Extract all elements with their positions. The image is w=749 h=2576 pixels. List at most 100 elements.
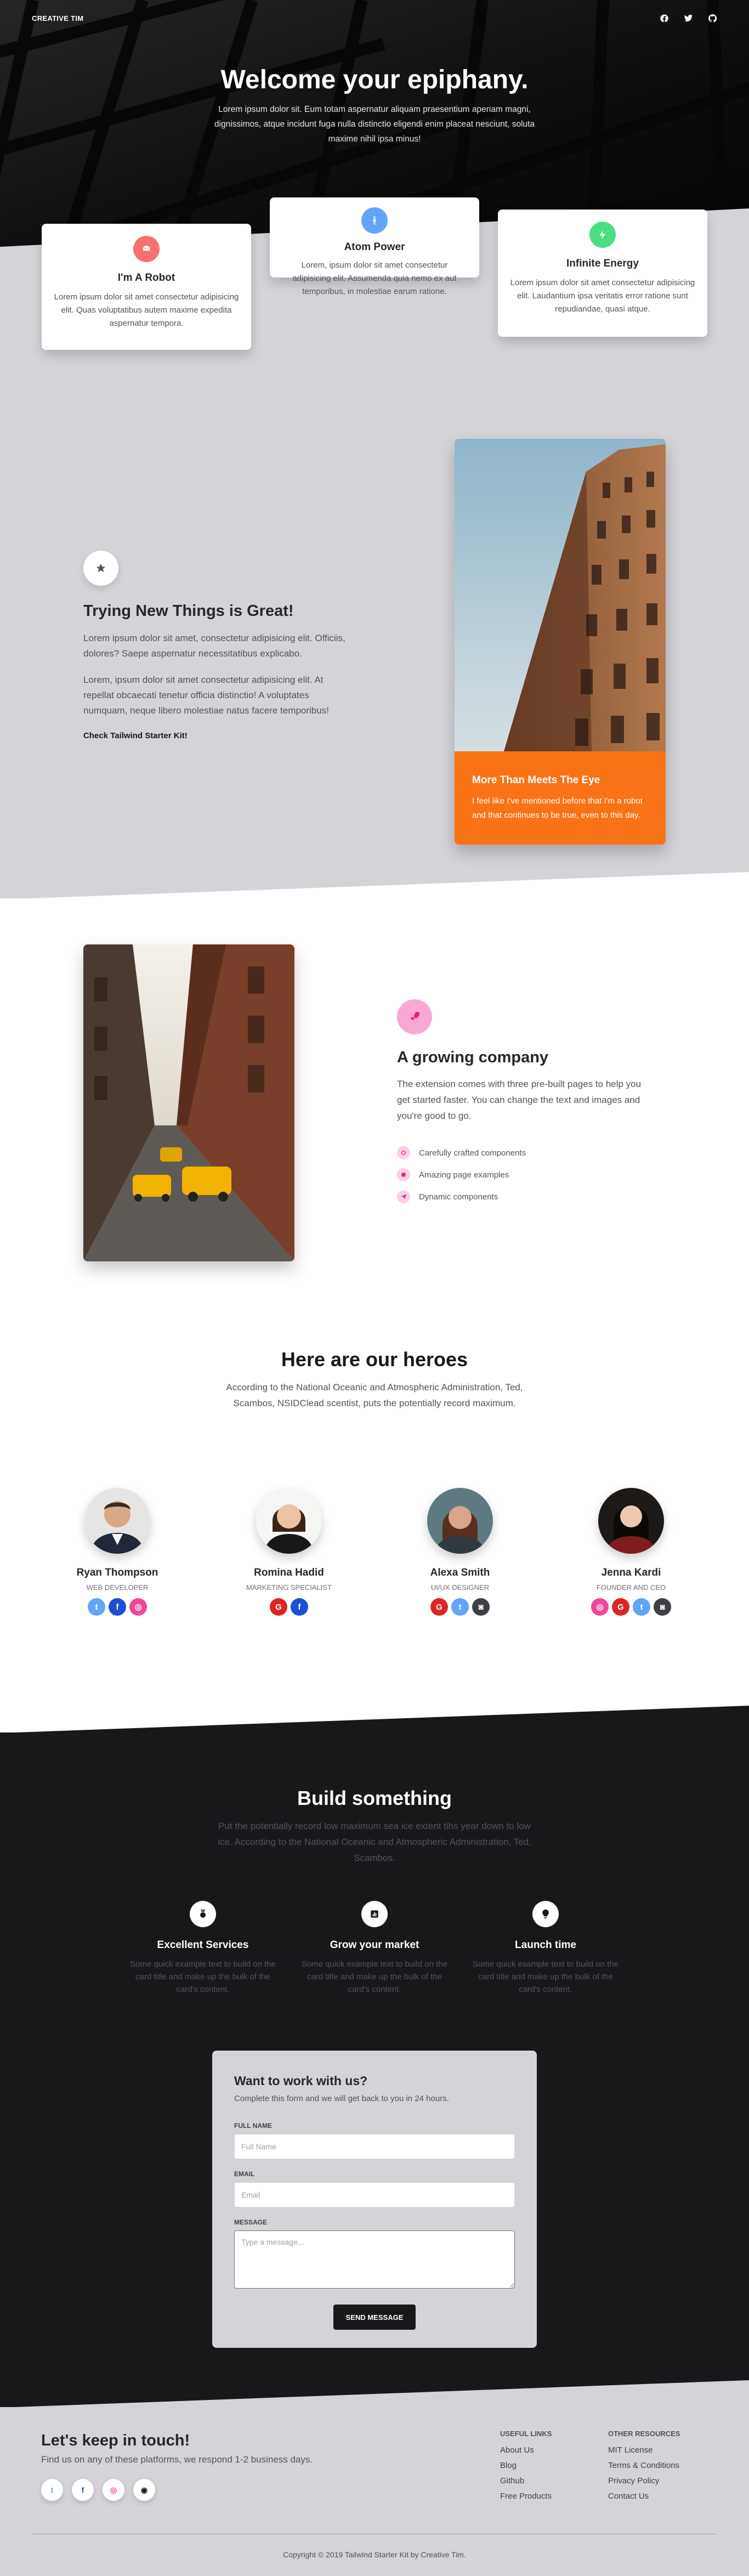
message-label: MESSAGE: [234, 2218, 268, 2226]
top-navbar: CREATIVE TIM: [0, 0, 749, 36]
google-icon[interactable]: G: [430, 1598, 448, 1616]
feature-text: Some quick example text to build on the …: [302, 1960, 447, 1994]
team-subtitle: According to the National Oceanic and At…: [226, 1382, 523, 1408]
footer-link-about-us[interactable]: About Us: [500, 2445, 552, 2455]
facebook-icon[interactable]: f: [109, 1598, 126, 1616]
twitter-icon[interactable]: t: [41, 2479, 63, 2501]
nav-social-icons: [659, 13, 717, 23]
section-title: A growing company: [397, 1049, 549, 1066]
feature-title: Launch time: [515, 1939, 576, 1951]
html5-icon: [397, 1168, 410, 1181]
medal-icon: [190, 1901, 216, 1927]
section-paragraph: Lorem, ipsum dolor sit amet consectetur …: [83, 675, 329, 716]
footer-subtitle: Find us on any of these platforms, we re…: [41, 2454, 313, 2465]
footer-link-free-products[interactable]: Free Products: [500, 2492, 552, 2501]
build-feature: Grow your market Some quick example text…: [298, 1901, 451, 1996]
avatar: [256, 1488, 322, 1554]
twitter-icon[interactable]: t: [451, 1598, 469, 1616]
photo-card: More Than Meets The Eye I feel like I've…: [455, 439, 666, 845]
feature-card-robot: I'm A Robot Lorem ipsum dolor sit amet c…: [42, 224, 251, 350]
member-role: FOUNDER AND CEO: [596, 1583, 666, 1592]
copyright: Copyright © 2019 Tailwind Starter Kit by…: [283, 2550, 466, 2559]
team-member: Romina Hadid MARKETING SPECIALIST G f: [223, 1488, 355, 1616]
footer-link-mit-license[interactable]: MIT License: [608, 2445, 680, 2455]
list-item-label: Carefully crafted components: [419, 1148, 526, 1158]
build-feature: Launch time Some quick example text to b…: [469, 1901, 622, 1996]
email-input[interactable]: [234, 2182, 515, 2207]
footer-link-github[interactable]: Github: [500, 2476, 552, 2486]
avatar: [598, 1488, 664, 1554]
member-socials: G t ◙: [394, 1598, 526, 1616]
starter-kit-link[interactable]: Check Tailwind Starter Kit!: [83, 731, 188, 740]
github-icon[interactable]: ◉: [133, 2479, 155, 2501]
facebook-icon[interactable]: f: [72, 2479, 94, 2501]
form-title: Want to work with us?: [234, 2074, 368, 2088]
column-title: USEFUL LINKS: [500, 2430, 552, 2438]
team-title: Here are our heroes: [281, 1348, 468, 1371]
footer-socials: t f ◎ ◉: [41, 2479, 155, 2501]
twitter-icon[interactable]: [683, 13, 693, 23]
contact-form: Want to work with us? Complete this form…: [212, 2051, 537, 2348]
footer-link-privacy[interactable]: Privacy Policy: [608, 2476, 680, 2486]
feature-card-atom: Atom Power Lorem, ipsum dolor sit amet c…: [270, 197, 479, 296]
footer-link-contact[interactable]: Contact Us: [608, 2492, 680, 2501]
card-text: Lorem ipsum dolor sit amet consectetur a…: [54, 292, 239, 328]
brand-logo[interactable]: CREATIVE TIM: [32, 14, 83, 22]
card-title: I'm A Robot: [117, 272, 175, 284]
page: CREATIVE TIM Welcome your epiphany. Lore…: [0, 0, 749, 2576]
photo-card-title: More Than Meets The Eye: [472, 774, 600, 786]
member-socials: G f: [223, 1598, 355, 1616]
feature-text: Some quick example text to build on the …: [473, 1960, 619, 1994]
fingerprint-icon: [397, 1146, 410, 1159]
send-message-button[interactable]: SEND MESSAGE: [333, 2305, 416, 2330]
form-subtitle: Complete this form and we will get back …: [234, 2094, 449, 2103]
instagram-icon[interactable]: ◙: [654, 1598, 671, 1616]
other-resources-column: OTHER RESOURCES MIT License Terms & Cond…: [608, 2430, 680, 2507]
poll-icon: [361, 1901, 388, 1927]
useful-links-column: USEFUL LINKS About Us Blog Github Free P…: [500, 2430, 552, 2507]
footer-divider: [0, 2375, 749, 2408]
message-textarea[interactable]: [234, 2230, 515, 2289]
twitter-icon[interactable]: t: [633, 1598, 650, 1616]
list-item: Dynamic components: [397, 1186, 526, 1208]
feature-text: Some quick example text to build on the …: [130, 1960, 276, 1994]
member-name: Romina Hadid: [254, 1567, 324, 1578]
build-subtitle: Put the potentially record low maximum s…: [218, 1821, 531, 1863]
github-icon[interactable]: [707, 13, 717, 23]
feature-title: Excellent Services: [157, 1939, 249, 1951]
team-member: Jenna Kardi FOUNDER AND CEO ◎ G t ◙: [565, 1488, 697, 1616]
member-name: Ryan Thompson: [76, 1567, 158, 1578]
dribbble-icon[interactable]: ◎: [103, 2479, 124, 2501]
list-item: Carefully crafted components: [397, 1142, 526, 1164]
twitter-icon[interactable]: t: [88, 1598, 105, 1616]
hero-title: Welcome your epiphany.: [220, 65, 529, 94]
facebook-icon[interactable]: [659, 13, 669, 23]
team-member: Ryan Thompson WEB DEVELOPER t f ◎: [52, 1488, 183, 1616]
member-name: Jenna Kardi: [601, 1567, 661, 1578]
member-socials: t f ◎: [52, 1598, 183, 1616]
building-image: [455, 439, 666, 751]
facebook-icon[interactable]: f: [291, 1598, 308, 1616]
member-name: Alexa Smith: [430, 1567, 490, 1578]
footer-link-blog[interactable]: Blog: [500, 2461, 552, 2470]
list-item-label: Dynamic components: [419, 1192, 498, 1202]
section-paragraph: Lorem ipsum dolor sit amet, consectetur …: [83, 633, 345, 659]
google-icon[interactable]: G: [612, 1598, 629, 1616]
full-name-input[interactable]: [234, 2134, 515, 2159]
member-socials: ◎ G t ◙: [565, 1598, 697, 1616]
google-icon[interactable]: G: [270, 1598, 287, 1616]
instagram-icon[interactable]: ◙: [472, 1598, 490, 1616]
atom-icon: [361, 207, 388, 234]
footer-link-terms[interactable]: Terms & Conditions: [608, 2461, 680, 2470]
list-item: Amazing page examples: [397, 1164, 526, 1186]
section-title: Trying New Things is Great!: [83, 602, 294, 620]
member-role: MARKETING SPECIALIST: [246, 1583, 332, 1592]
dribbble-icon[interactable]: ◎: [591, 1598, 609, 1616]
avatar: [427, 1488, 493, 1554]
section-divider: [0, 1700, 749, 1733]
card-title: Infinite Energy: [566, 258, 639, 269]
robot-icon: [133, 236, 160, 262]
photo-card-caption: More Than Meets The Eye I feel like I've…: [455, 751, 666, 845]
dribbble-icon[interactable]: ◎: [129, 1598, 147, 1616]
card-text: Lorem, ipsum dolor sit amet consectetur …: [292, 261, 457, 296]
